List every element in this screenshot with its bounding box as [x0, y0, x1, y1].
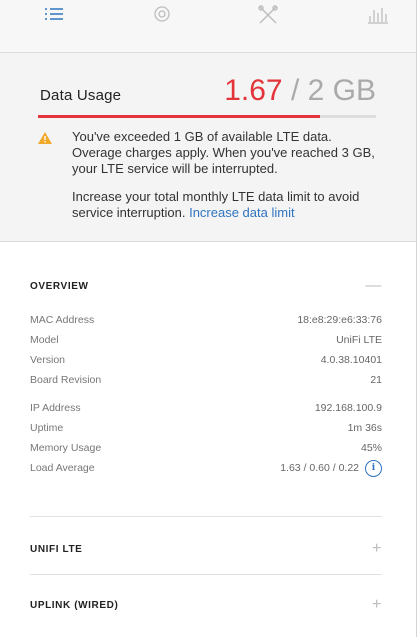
row-label: MAC Address — [30, 314, 95, 326]
row-label: Board Revision — [30, 374, 102, 386]
info-icon[interactable]: i — [365, 459, 382, 477]
row-label: Model — [30, 334, 59, 346]
info-row: MAC Address 18:e8:29:e6:33:76 — [30, 310, 382, 330]
usage-separator: / — [282, 74, 308, 107]
usage-limit: 2 GB — [307, 74, 376, 107]
warning-icon — [38, 132, 52, 144]
row-value: UniFi LTE — [336, 334, 382, 346]
row-value: 21 — [370, 374, 382, 386]
section-title: UNIFI LTE — [30, 543, 83, 555]
row-value-wrap: 1.63 / 0.60 / 0.22 i — [280, 458, 382, 478]
row-value: 18:e8:29:e6:33:76 — [297, 314, 382, 326]
usage-value: 1.67 / 2 GB — [224, 74, 376, 108]
section-title: UPLINK (WIRED) — [30, 599, 119, 611]
info-row: Board Revision 21 — [30, 370, 382, 390]
overview-title: OVERVIEW — [30, 280, 89, 292]
row-value: 1.63 / 0.60 / 0.22 — [280, 462, 359, 474]
tools-icon[interactable] — [256, 4, 280, 28]
row-label: Uptime — [30, 422, 64, 434]
row-value: 1m 36s — [347, 422, 382, 434]
list-icon[interactable] — [42, 4, 66, 28]
overage-warning: You've exceeded 1 GB of available LTE da… — [72, 129, 375, 176]
stats-icon[interactable] — [366, 4, 390, 28]
limit-prompt-block: Increase your total monthly LTE data lim… — [72, 189, 380, 221]
usage-progress-fill — [38, 115, 321, 118]
info-row: Uptime 1m 36s — [30, 418, 382, 438]
uplink-wired-header[interactable]: UPLINK (WIRED) + — [30, 596, 382, 614]
row-value: 45% — [360, 442, 382, 454]
overview-group-1: MAC Address 18:e8:29:e6:33:76 Model UniFi … — [30, 310, 382, 390]
data-usage-card: Data Usage 1.67 / 2 GB You've exceeded 1… — [0, 53, 416, 242]
expand-icon[interactable]: + — [372, 540, 382, 558]
collapse-icon[interactable]: — — [365, 277, 382, 295]
row-value: 4.0.38.10401 — [320, 354, 382, 366]
info-row: Version 4.0.38.10401 — [30, 350, 382, 370]
row-label: Load Average — [30, 462, 95, 474]
overview-header[interactable]: OVERVIEW — — [30, 277, 382, 295]
row-value: 192.168.100.9 — [314, 402, 382, 414]
divider — [30, 574, 382, 575]
divider — [30, 516, 382, 517]
increase-data-limit-link[interactable]: Increase data limit — [189, 205, 295, 220]
info-row: Memory Usage 45% — [30, 438, 382, 458]
device-panel: Data Usage 1.67 / 2 GB You've exceeded 1… — [0, 0, 417, 637]
usage-used: 1.67 — [224, 74, 283, 107]
gear-icon[interactable] — [150, 4, 174, 28]
tab-bar — [0, 0, 416, 53]
info-row: Load Average 1.63 / 0.60 / 0.22 i — [30, 458, 382, 478]
row-label: Memory Usage — [30, 442, 102, 454]
unifi-lte-header[interactable]: UNIFI LTE + — [30, 540, 382, 558]
info-row: IP Address 192.168.100.9 — [30, 398, 382, 418]
overview-group-2: IP Address 192.168.100.9 Uptime 1m 36s Mem… — [30, 398, 382, 478]
row-label: Version — [30, 354, 66, 366]
usage-progress-bar — [38, 115, 376, 118]
row-label: IP Address — [30, 402, 81, 414]
info-row: Model UniFi LTE — [30, 330, 382, 350]
usage-title: Data Usage — [40, 87, 122, 104]
expand-icon[interactable]: + — [372, 596, 382, 614]
